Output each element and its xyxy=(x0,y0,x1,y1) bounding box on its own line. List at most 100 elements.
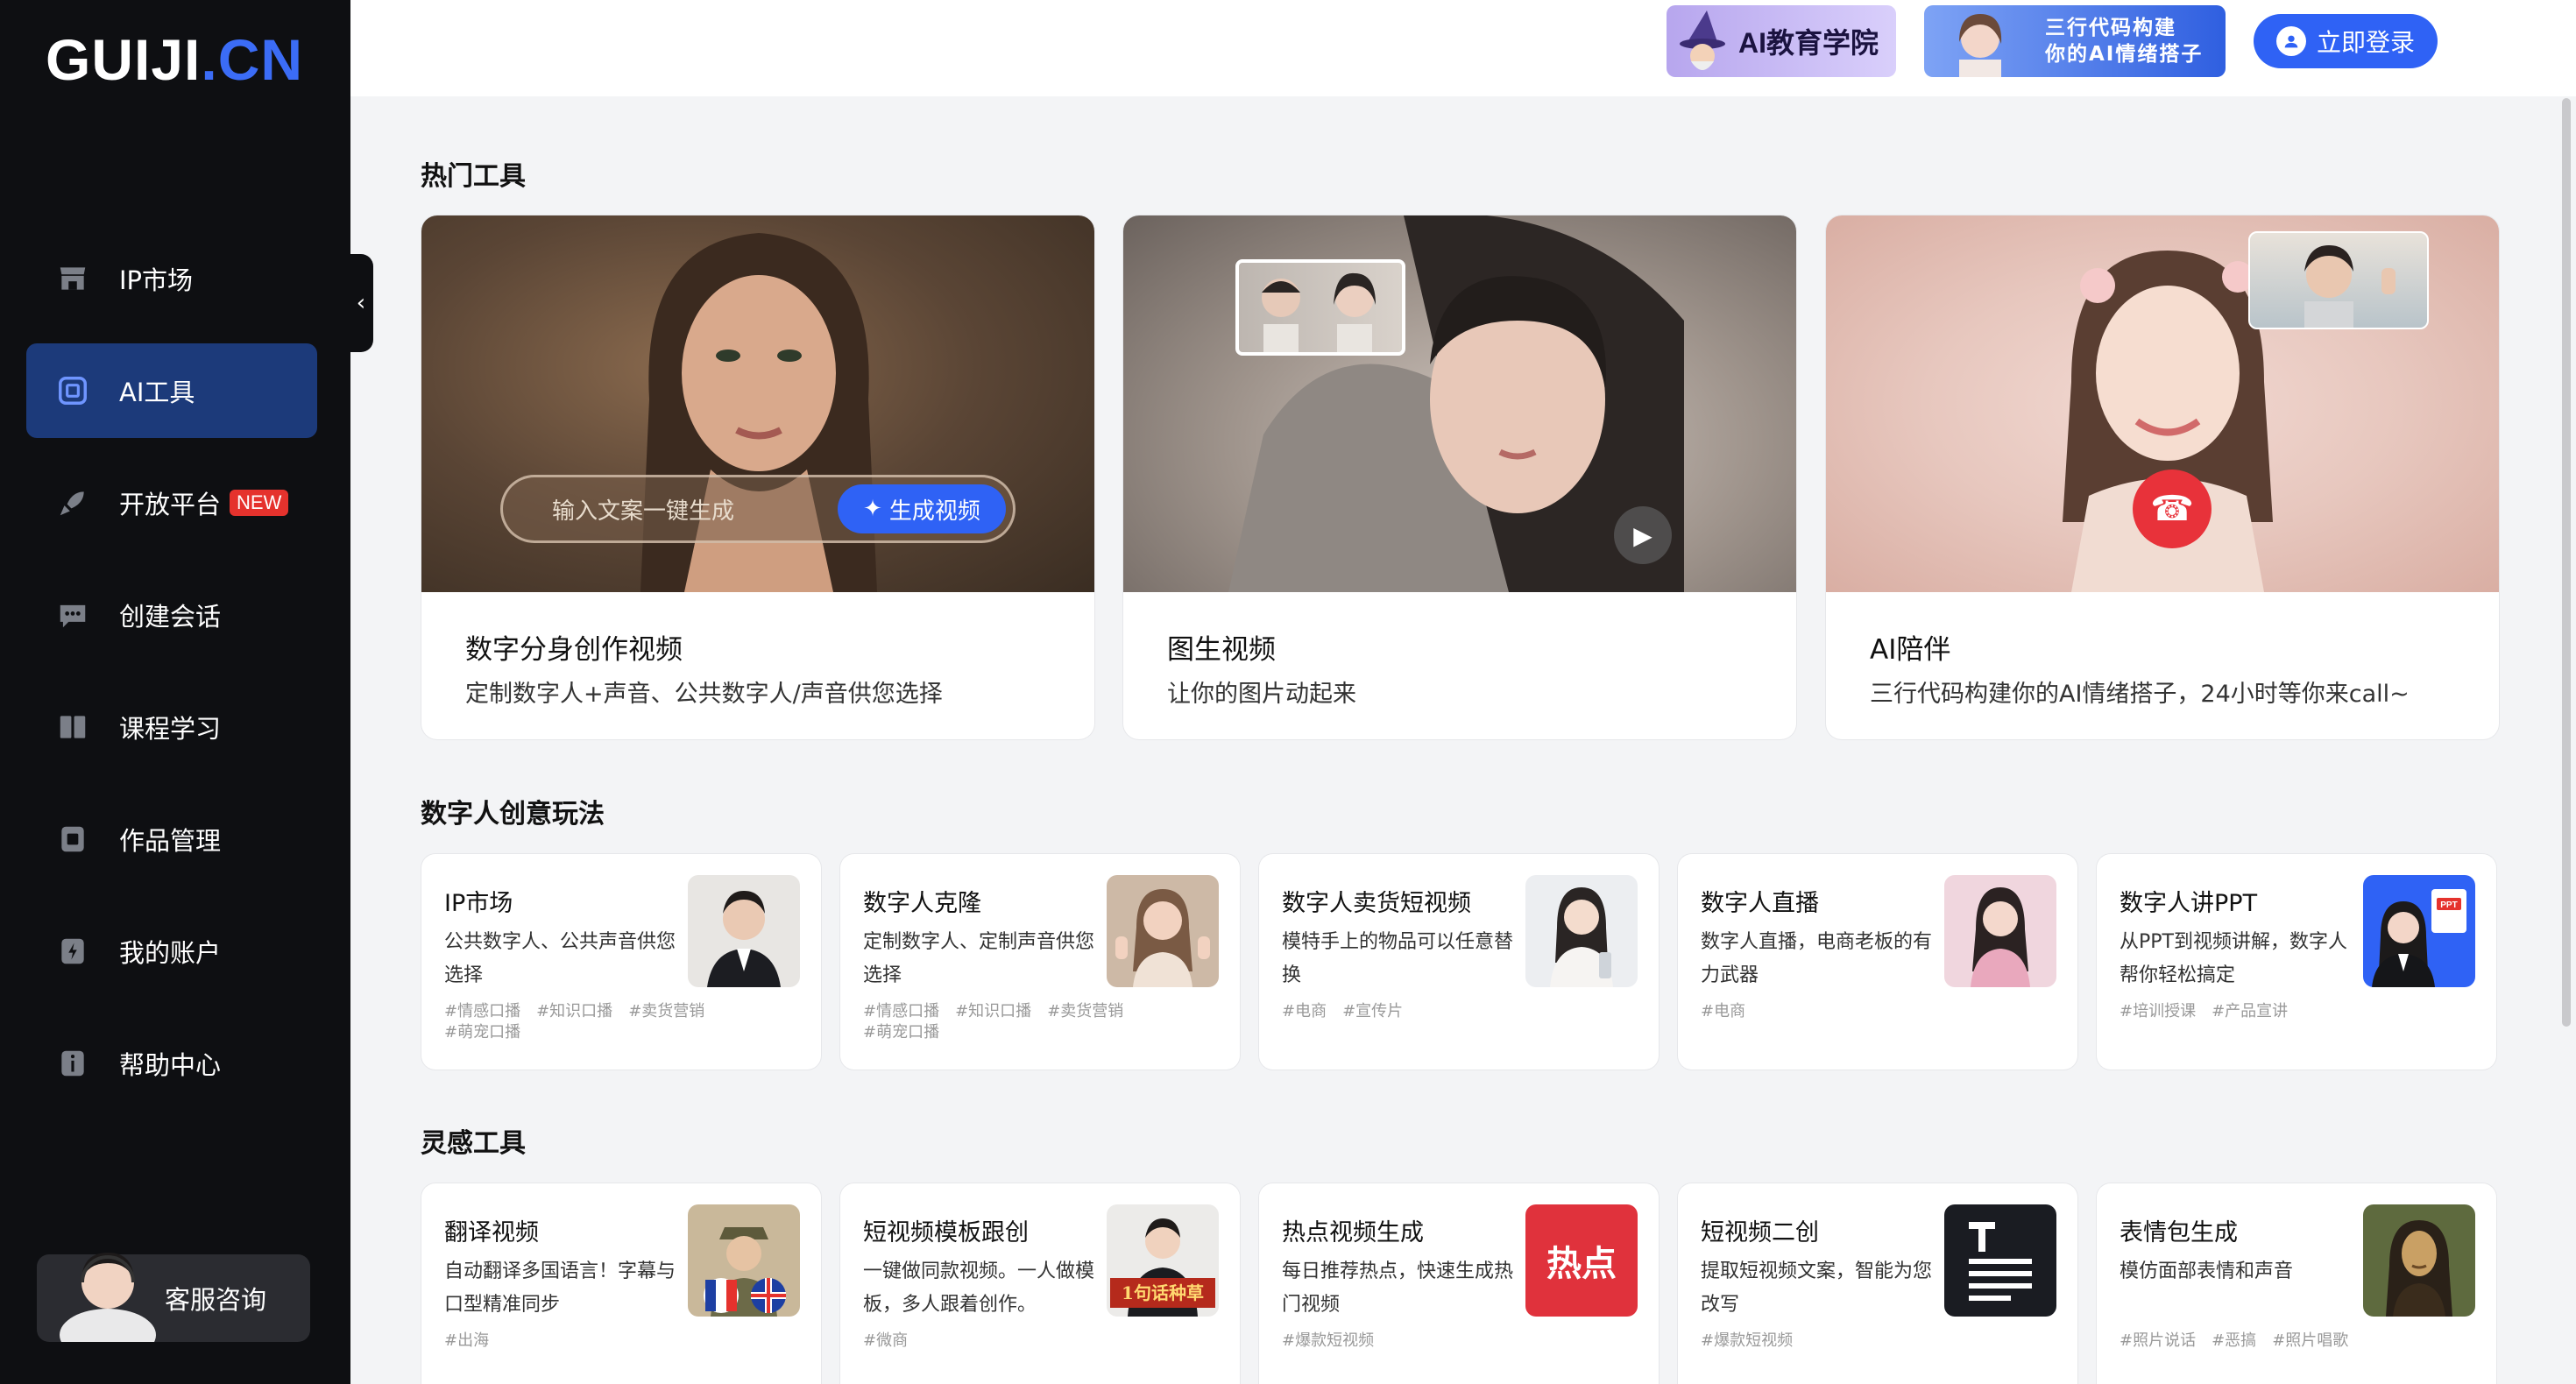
rocket-icon xyxy=(56,486,89,519)
man-in-suit-thumbnail xyxy=(688,875,800,987)
sidebar-item-open-platform[interactable]: 开放平台 NEW xyxy=(26,455,317,550)
sidebar-item-help[interactable]: 帮助中心 xyxy=(26,1016,317,1111)
inspiration-card-trending-video[interactable]: 热点视频生成 每日推荐热点，快速生成热门视频 #爆款短视频 热点 xyxy=(1259,1183,1659,1384)
trending-hot-thumbnail: 热点 xyxy=(1525,1204,1638,1317)
ai-education-banner[interactable]: AI教育学院 xyxy=(1667,5,1896,77)
inspiration-card-template-follow[interactable]: 短视频模板跟创 一键做同款视频。一人做模板，多人跟着创作。 #微商 1句话种草 xyxy=(840,1183,1240,1384)
digital-card-ip-market[interactable]: IP市场 公共数字人、公共声音供您选择 #情感口播 #知识口播 #卖货营销#萌宠口播 xyxy=(421,854,821,1070)
section-title-inspiration: 灵感工具 xyxy=(421,1128,526,1159)
sidebar-item-label: 我的账户 xyxy=(119,938,222,968)
card-desc: 从PPT到视频讲解，数字人帮你轻松搞定 xyxy=(2120,931,2347,986)
card-title: IP市场 xyxy=(444,890,513,917)
top-header: AI教育学院 三行代码构建 你的AI情绪搭子 立即登录 xyxy=(350,0,2576,96)
hot-card-image: 输入文案一键生成 ✦ 生成视频 xyxy=(421,215,1094,592)
inspiration-card-translate-video[interactable]: 翻译视频 自动翻译多国语言！字幕与口型精准同步 #出海 xyxy=(421,1183,821,1384)
hot-card-desc: 让你的图片动起来 xyxy=(1167,681,1356,708)
sidebar-item-works[interactable]: 作品管理 xyxy=(26,792,317,886)
card-desc: 自动翻译多国语言！字幕与口型精准同步 xyxy=(444,1260,676,1316)
inspiration-card-video-remix[interactable]: 短视频二创 提取短视频文案，智能为您改写 #爆款短视频 xyxy=(1678,1183,2077,1384)
card-title: 短视频模板跟创 xyxy=(863,1219,1029,1246)
sidebar-nav: IP市场 AI工具 开放平台 NEW 创建会话 课程学习 作品管理 我的账户 帮… xyxy=(26,231,317,1128)
sidebar-item-ai-tools[interactable]: AI工具 xyxy=(26,343,317,438)
card-title: 数字人直播 xyxy=(1701,890,1819,917)
login-button[interactable]: 立即登录 xyxy=(2254,14,2438,68)
sidebar-item-ip-market[interactable]: IP市场 xyxy=(26,231,317,326)
customer-service-button[interactable]: 客服咨询 xyxy=(37,1253,310,1342)
sidebar-item-label: 作品管理 xyxy=(119,826,222,856)
play-icon[interactable]: ▶ xyxy=(1614,506,1672,564)
card-tags: #情感口播 #知识口播 #卖货营销#萌宠口播 xyxy=(444,1002,705,1042)
ai-education-label: AI教育学院 xyxy=(1738,27,1879,59)
card-tags: #出海 xyxy=(444,1331,490,1350)
card-title: 数字人讲PPT xyxy=(2120,890,2258,917)
translate-flags-thumbnail xyxy=(688,1204,800,1317)
ai-tools-icon xyxy=(56,374,89,407)
digital-card-product-video[interactable]: 数字人卖货短视频 模特手上的物品可以任意替换 #电商 #宣传片 xyxy=(1259,854,1659,1070)
card-title: 热点视频生成 xyxy=(1282,1219,1424,1246)
store-icon xyxy=(56,262,89,295)
chat-icon xyxy=(56,598,89,632)
mona-lisa-thumbnail xyxy=(2363,1204,2475,1317)
hot-card-image-to-video[interactable]: ▶ 图生视频 让你的图片动起来 xyxy=(1123,215,1796,739)
card-desc: 定制数字人、定制声音供您选择 xyxy=(863,931,1095,986)
wizard-icon xyxy=(1680,11,1725,70)
sidebar-item-course[interactable]: 课程学习 xyxy=(26,680,317,774)
sidebar-item-account[interactable]: 我的账户 xyxy=(26,904,317,999)
card-desc: 数字人直播，电商老板的有力武器 xyxy=(1701,931,1933,986)
digital-card-live-stream[interactable]: 数字人直播 数字人直播，电商老板的有力武器 #电商 xyxy=(1678,854,2077,1070)
quick-generate-bar[interactable]: 输入文案一键生成 ✦ 生成视频 xyxy=(500,475,1016,543)
digital-card-ppt[interactable]: 数字人讲PPT 从PPT到视频讲解，数字人帮你轻松搞定 #培训授课 #产品宣讲 P… xyxy=(2097,854,2496,1070)
sidebar-item-label: 课程学习 xyxy=(119,714,222,744)
sparkle-icon: ✦ xyxy=(863,496,882,522)
account-icon xyxy=(56,935,89,968)
card-title: 数字人卖货短视频 xyxy=(1282,890,1471,917)
user-icon xyxy=(2275,26,2306,56)
woman-waving-thumbnail xyxy=(1107,875,1219,987)
customer-service-label: 客服咨询 xyxy=(165,1285,267,1315)
new-badge: NEW xyxy=(230,490,289,516)
video-call-thumbnail xyxy=(2248,231,2429,329)
hot-card-digital-avatar-video[interactable]: 输入文案一键生成 ✦ 生成视频 数字分身创作视频 定制数字人+声音、公共数字人/… xyxy=(421,215,1094,739)
section-title-hot-tools: 热门工具 xyxy=(421,161,526,192)
sidebar-item-create-chat[interactable]: 创建会话 xyxy=(26,568,317,662)
hot-badge-text: 热点 xyxy=(1546,1244,1617,1284)
card-desc: 一键做同款视频。一人做模板，多人跟着创作。 xyxy=(863,1260,1095,1316)
card-tags: #培训授课 #产品宣讲 xyxy=(2120,1002,2289,1020)
inspiration-card-sticker[interactable]: 表情包生成 模仿面部表情和声音 #照片说话 #恶搞 #照片唱歌 xyxy=(2097,1183,2496,1384)
chevron-left-icon: ‹ xyxy=(356,290,366,316)
hot-card-title: AI陪伴 xyxy=(1870,634,1951,666)
section-title-digital-human: 数字人创意玩法 xyxy=(421,799,605,830)
works-icon xyxy=(56,823,89,856)
card-title: 数字人克隆 xyxy=(863,890,981,917)
sidebar-collapse-toggle[interactable]: ‹ xyxy=(349,254,373,352)
man-thumbnail-image xyxy=(2304,245,2396,328)
page-scrollbar[interactable] xyxy=(2562,98,2571,1027)
card-tags: #照片说话 #恶搞 #照片唱歌 xyxy=(2120,1331,2349,1350)
hot-card-title: 数字分身创作视频 xyxy=(465,634,683,666)
course-icon xyxy=(56,710,89,744)
card-title: 短视频二创 xyxy=(1701,1219,1819,1246)
sidebar-item-label: 开放平台 xyxy=(119,490,222,519)
banner-girl-image xyxy=(1959,14,2002,77)
digital-card-clone[interactable]: 数字人克隆 定制数字人、定制声音供您选择 #情感口播 #知识口播 #卖货营销#萌宠口… xyxy=(840,854,1240,1070)
hot-card-ai-companion[interactable]: ☎ AI陪伴 三行代码构建你的AI情绪搭子，24小时等你来call~ xyxy=(1826,215,2499,739)
ai-companion-banner[interactable]: 三行代码构建 你的AI情绪搭子 xyxy=(1924,5,2226,77)
support-agent-avatar xyxy=(60,1253,156,1342)
sidebar-item-label: 创建会话 xyxy=(119,602,222,632)
ai-companion-label: 三行代码构建 你的AI情绪搭子 xyxy=(2045,17,2204,66)
sidebar-item-label: 帮助中心 xyxy=(119,1050,222,1080)
ppt-presenter-thumbnail: PPT xyxy=(2363,875,2475,987)
sidebar-item-label: AI工具 xyxy=(119,378,195,407)
logo[interactable]: GUIJI.CN xyxy=(46,26,303,93)
card-desc: 每日推荐热点，快速生成热门视频 xyxy=(1282,1260,1514,1316)
card-title: 表情包生成 xyxy=(2120,1219,2238,1246)
card-tags: #爆款短视频 xyxy=(1282,1331,1375,1350)
generate-video-button[interactable]: ✦ 生成视频 xyxy=(838,484,1006,533)
hot-card-image: ▶ xyxy=(1123,215,1796,592)
script-input-placeholder[interactable]: 输入文案一键生成 xyxy=(552,493,734,526)
source-photo-thumbnail xyxy=(1235,259,1405,356)
card-tags: #微商 xyxy=(863,1331,909,1350)
sidebar-item-label: IP市场 xyxy=(119,265,194,295)
hang-up-call-icon[interactable]: ☎ xyxy=(2133,470,2212,548)
template-video-thumbnail: 1句话种草 xyxy=(1107,1204,1219,1317)
